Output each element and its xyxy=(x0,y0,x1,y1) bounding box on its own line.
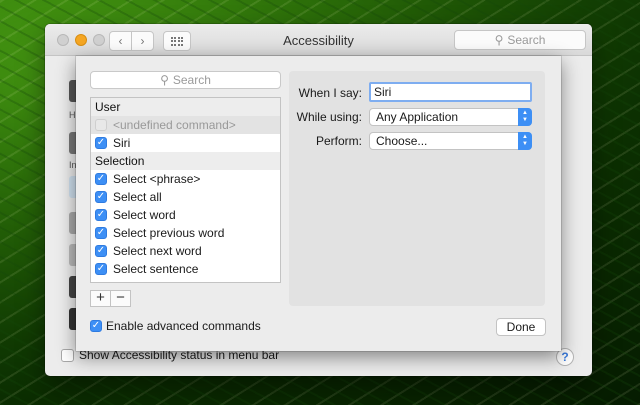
commands-sheet: ⚲ Search User ✓ <undefined command> ✓ Si… xyxy=(76,56,561,351)
list-item[interactable]: ✓ Select word xyxy=(91,206,280,224)
command-label: <undefined command> xyxy=(113,118,236,132)
commands-search-field[interactable]: ⚲ Search xyxy=(90,71,281,89)
list-item[interactable]: ✓ Select previous word xyxy=(91,224,280,242)
list-item[interactable]: ✓ Select sentence xyxy=(91,260,280,278)
section-header: Selection xyxy=(91,152,280,170)
command-checkbox[interactable]: ✓ xyxy=(95,245,107,257)
command-label: Select <phrase> xyxy=(113,172,201,186)
while-using-label: While using: xyxy=(296,110,362,124)
section-header: User xyxy=(91,98,280,116)
enable-advanced-label: Enable advanced commands xyxy=(106,319,261,333)
updown-arrows-icon: ▲ ▼ xyxy=(518,132,532,150)
window-search-placeholder: Search xyxy=(507,33,546,47)
done-button[interactable]: Done xyxy=(496,318,546,336)
sidebar-item-label: H xyxy=(69,110,76,120)
command-checkbox[interactable]: ✓ xyxy=(95,173,107,185)
list-item[interactable]: ✓ Select next word xyxy=(91,242,280,260)
updown-arrows-icon: ▲ ▼ xyxy=(518,108,532,126)
command-checkbox[interactable]: ✓ xyxy=(95,263,107,275)
while-using-value: Any Application xyxy=(376,110,459,124)
list-item[interactable]: ✓ Select <phrase> xyxy=(91,170,280,188)
command-checkbox[interactable]: ✓ xyxy=(95,209,107,221)
list-item[interactable]: ✓ Select all xyxy=(91,188,280,206)
list-item[interactable]: ✓ Siri xyxy=(91,134,280,152)
when-i-say-field[interactable]: Siri xyxy=(369,82,532,102)
perform-value: Choose... xyxy=(376,134,428,148)
remove-command-button[interactable]: − xyxy=(110,290,131,307)
command-label: Select next word xyxy=(113,244,202,258)
commands-search-placeholder: Search xyxy=(172,73,211,87)
while-using-select[interactable]: Any Application ▲ ▼ xyxy=(369,108,532,126)
enable-advanced-checkbox[interactable]: ✓ xyxy=(90,320,102,332)
command-checkbox[interactable]: ✓ xyxy=(95,137,107,149)
enable-advanced-row[interactable]: ✓ Enable advanced commands xyxy=(90,319,261,333)
search-icon: ⚲ xyxy=(160,73,169,87)
command-detail-panel: When I say: Siri While using: Any Applic… xyxy=(289,71,545,306)
command-checkbox[interactable]: ✓ xyxy=(95,119,107,131)
commands-list[interactable]: User ✓ <undefined command> ✓ Siri Select… xyxy=(90,97,281,283)
when-i-say-label: When I say: xyxy=(298,86,362,100)
perform-label: Perform: xyxy=(315,134,362,148)
command-label: Select sentence xyxy=(113,262,199,276)
command-checkbox[interactable]: ✓ xyxy=(95,191,107,203)
window-search-field[interactable]: ⚲ Search xyxy=(454,30,586,50)
command-label: Select previous word xyxy=(113,226,225,240)
command-label: Siri xyxy=(113,136,131,150)
add-command-button[interactable]: + xyxy=(90,290,111,307)
command-label: Select all xyxy=(113,190,162,204)
status-menu-checkbox[interactable] xyxy=(61,348,74,362)
perform-select[interactable]: Choose... ▲ ▼ xyxy=(369,132,532,150)
titlebar: ‹ › Accessibility ⚲ Search xyxy=(45,24,592,56)
command-checkbox[interactable]: ✓ xyxy=(95,227,107,239)
list-item[interactable]: ✓ <undefined command> xyxy=(91,116,280,134)
search-icon: ⚲ xyxy=(494,33,504,47)
command-label: Select word xyxy=(113,208,176,222)
